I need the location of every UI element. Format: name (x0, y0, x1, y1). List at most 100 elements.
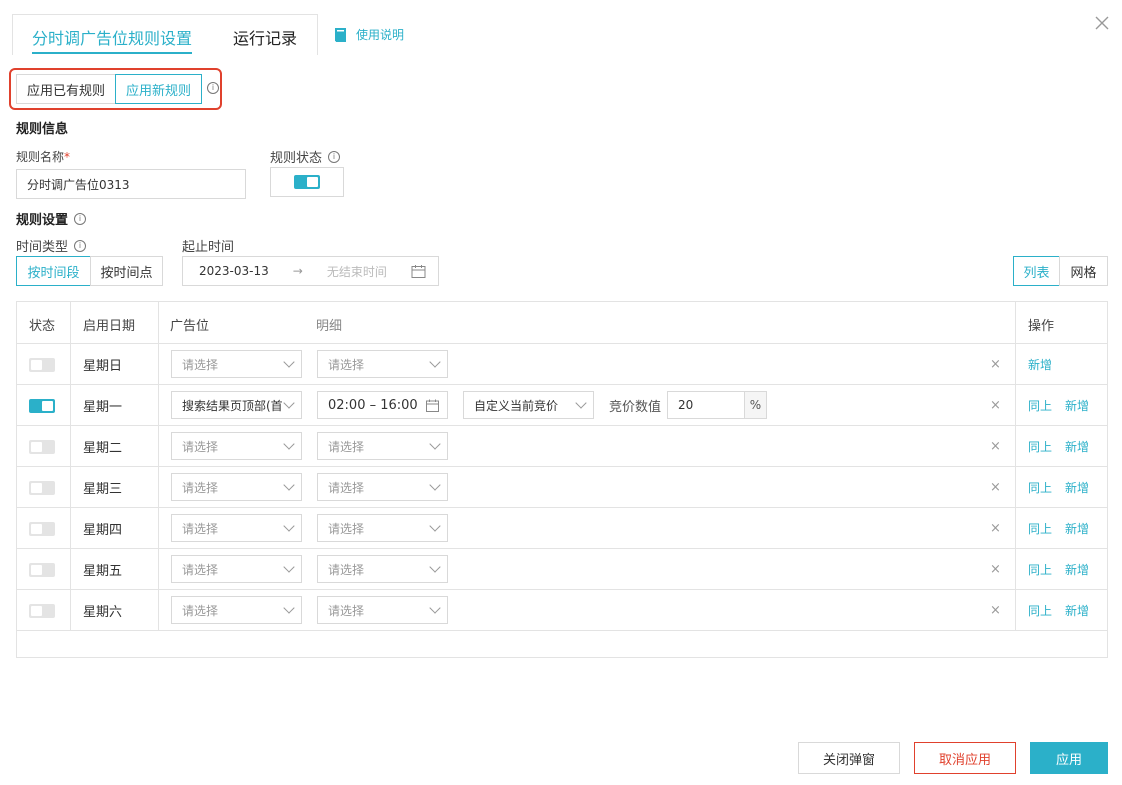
add-row-link[interactable]: 新增 (1028, 356, 1052, 373)
row-status-toggle[interactable] (29, 398, 55, 413)
remove-row-icon[interactable]: × (990, 467, 1001, 508)
apply-button[interactable]: 应用 (1030, 742, 1108, 774)
schedule-table: 状态 启用日期 广告位 明细 操作 星期日 请选择 请选择 × 新增 星期一 搜索结果页顶部… (16, 301, 1108, 658)
row-status-cell (29, 344, 55, 385)
remove-row-icon[interactable]: × (990, 344, 1001, 385)
remove-row-icon[interactable]: × (990, 590, 1001, 631)
header-status: 状态 (29, 319, 56, 334)
same-as-above-link[interactable]: 同上 (1028, 602, 1052, 619)
detail-select[interactable]: 请选择 (317, 514, 448, 542)
rule-name-label-text: 规则名称 (16, 150, 65, 164)
by-time-point-button[interactable]: 按时间点 (90, 256, 163, 286)
header-ad-slot: 广告位 (170, 319, 210, 334)
date-range-picker[interactable]: 2023-03-13 → 无结束时间 (182, 256, 439, 286)
row-day: 星期一 (83, 400, 123, 415)
add-row-link[interactable]: 新增 (1065, 561, 1089, 578)
ad-slot-select[interactable]: 请选择 (171, 596, 302, 624)
help-link[interactable]: 使用说明 (334, 26, 404, 43)
row-status-cell (29, 426, 55, 467)
remove-row-icon[interactable]: × (990, 508, 1001, 549)
book-icon (335, 27, 346, 42)
info-icon[interactable]: i (207, 82, 219, 94)
ad-slot-placeholder: 请选择 (182, 521, 219, 536)
row-status-toggle[interactable] (29, 603, 55, 618)
same-as-above-link[interactable]: 同上 (1028, 561, 1052, 578)
chevron-down-icon (283, 438, 295, 450)
detail-select[interactable]: 请选择 (317, 596, 448, 624)
table-row: 星期二 请选择 请选择 × 同上 新增 (17, 426, 1107, 467)
same-as-above-link[interactable]: 同上 (1028, 397, 1052, 414)
info-icon[interactable]: i (74, 239, 87, 252)
add-row-link[interactable]: 新增 (1065, 520, 1089, 537)
apply-existing-rule-button[interactable]: 应用已有规则 (16, 74, 116, 104)
row-actions: 同上 新增 (1028, 385, 1089, 426)
tab-time-slot-rule-settings[interactable]: 分时调广告位规则设置 (32, 25, 192, 49)
ad-slot-select[interactable]: 请选择 (171, 473, 302, 501)
ad-slot-select[interactable]: 搜索结果页顶部(首 (171, 391, 302, 419)
bid-mode-select[interactable]: 自定义当前竞价 (463, 391, 594, 419)
header-start-date: 启用日期 (83, 319, 136, 334)
view-grid-button[interactable]: 网格 (1059, 256, 1108, 286)
detail-placeholder: 请选择 (328, 439, 365, 454)
date-range-label: 起止时间 (182, 240, 235, 255)
info-icon[interactable]: i (74, 212, 87, 225)
ad-slot-select[interactable]: 请选择 (171, 555, 302, 583)
row-status-toggle[interactable] (29, 439, 55, 454)
same-as-above-link[interactable]: 同上 (1028, 479, 1052, 496)
remove-row-icon[interactable]: × (990, 549, 1001, 590)
same-as-above-link[interactable]: 同上 (1028, 520, 1052, 537)
detail-select[interactable]: 请选择 (317, 350, 448, 378)
row-day: 星期二 (83, 441, 123, 456)
row-status-toggle[interactable] (29, 562, 55, 577)
rule-status-label-text: 规则状态 (270, 151, 323, 166)
required-mark: * (64, 150, 71, 164)
add-row-link[interactable]: 新增 (1065, 397, 1089, 414)
row-status-cell (29, 385, 55, 426)
add-row-link[interactable]: 新增 (1065, 479, 1089, 496)
start-date: 2023-03-13 (199, 264, 269, 278)
active-tab-indicator (32, 52, 192, 54)
apply-new-rule-button[interactable]: 应用新规则 (115, 74, 202, 104)
row-day: 星期四 (83, 523, 123, 538)
remove-row-icon[interactable]: × (990, 426, 1001, 467)
bid-value-input[interactable]: 20 (667, 391, 745, 419)
row-actions: 新增 (1028, 344, 1052, 385)
ad-slot-select[interactable]: 请选择 (171, 432, 302, 460)
detail-placeholder: 请选择 (328, 521, 365, 536)
ad-slot-placeholder: 请选择 (182, 562, 219, 577)
close-dialog-button[interactable]: 关闭弹窗 (798, 742, 900, 774)
row-actions: 同上 新增 (1028, 549, 1089, 590)
rule-status-label: 规则状态 i (270, 147, 341, 166)
row-day: 星期五 (83, 564, 123, 579)
tab-run-records[interactable]: 运行记录 (233, 25, 297, 49)
rule-name-input[interactable]: 分时调广告位0313 (16, 169, 246, 199)
ad-slot-select[interactable]: 请选择 (171, 514, 302, 542)
by-time-period-button[interactable]: 按时间段 (16, 256, 91, 286)
table-row: 星期三 请选择 请选择 × 同上 新增 (17, 467, 1107, 508)
ad-slot-placeholder: 请选择 (182, 439, 219, 454)
view-list-button[interactable]: 列表 (1013, 256, 1060, 286)
row-status-toggle[interactable] (29, 480, 55, 495)
add-row-link[interactable]: 新增 (1065, 438, 1089, 455)
detail-select[interactable]: 请选择 (317, 432, 448, 460)
time-range-picker[interactable]: 02:00 – 16:00 (317, 391, 448, 419)
add-row-link[interactable]: 新增 (1065, 602, 1089, 619)
table-row: 星期五 请选择 请选择 × 同上 新增 (17, 549, 1107, 590)
remove-row-icon[interactable]: × (990, 385, 1001, 426)
detail-select[interactable]: 请选择 (317, 473, 448, 501)
chevron-down-icon (429, 356, 441, 368)
row-status-toggle[interactable] (29, 357, 55, 372)
rule-status-toggle[interactable] (294, 175, 320, 189)
close-icon[interactable] (1094, 15, 1110, 31)
same-as-above-link[interactable]: 同上 (1028, 438, 1052, 455)
detail-select[interactable]: 请选择 (317, 555, 448, 583)
bid-mode-value: 自定义当前竞价 (474, 398, 559, 413)
row-actions: 同上 新增 (1028, 467, 1089, 508)
time-range-value: 02:00 – 16:00 (328, 397, 418, 413)
row-actions: 同上 新增 (1028, 508, 1089, 549)
cancel-apply-button[interactable]: 取消应用 (914, 742, 1016, 774)
info-icon[interactable]: i (328, 150, 341, 163)
ad-slot-select[interactable]: 请选择 (171, 350, 302, 378)
range-arrow: → (292, 264, 303, 278)
row-status-toggle[interactable] (29, 521, 55, 536)
